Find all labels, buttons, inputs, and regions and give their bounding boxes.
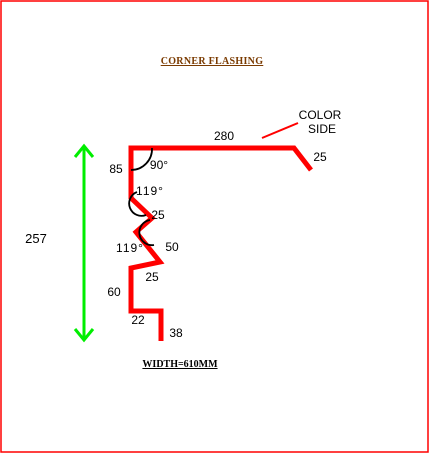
label-top-return-25: 25 bbox=[313, 150, 327, 164]
drawing-title: CORNER FLASHING bbox=[161, 56, 264, 67]
label-upper-bend-angle: 119° bbox=[136, 184, 164, 198]
label-upper-vertical-85: 85 bbox=[109, 162, 123, 176]
color-side-leader bbox=[261, 122, 299, 139]
height-dimension bbox=[73, 143, 95, 343]
label-mid-angle-leg-25: 25 bbox=[151, 208, 165, 222]
label-drop-38: 38 bbox=[169, 326, 183, 340]
drawing-frame bbox=[0, 0, 429, 453]
label-corner-angle: 90° bbox=[150, 158, 168, 172]
color-side-label-line2: SIDE bbox=[308, 122, 336, 136]
flashing-drawing: CORNER FLASHING COLOR SIDE 257 280 25 85… bbox=[0, 0, 429, 453]
height-dimension-label: 257 bbox=[25, 231, 47, 246]
label-lower-vertical-60: 60 bbox=[107, 285, 121, 299]
corner-angle-arc bbox=[130, 147, 153, 171]
label-lower-bend-angle: 119° bbox=[116, 241, 144, 255]
color-side-label-line1: COLOR bbox=[299, 108, 342, 122]
drawing-canvas: CORNER FLASHING COLOR SIDE 257 280 25 85… bbox=[0, 0, 429, 453]
label-foot-22: 22 bbox=[131, 313, 145, 327]
label-top-280: 280 bbox=[214, 129, 234, 143]
flashing-profile bbox=[128, 145, 313, 341]
width-note: WIDTH=610MM bbox=[142, 359, 218, 370]
label-lower-angle-leg-50: 50 bbox=[165, 240, 179, 254]
label-lower-diagonal-25: 25 bbox=[145, 270, 159, 284]
